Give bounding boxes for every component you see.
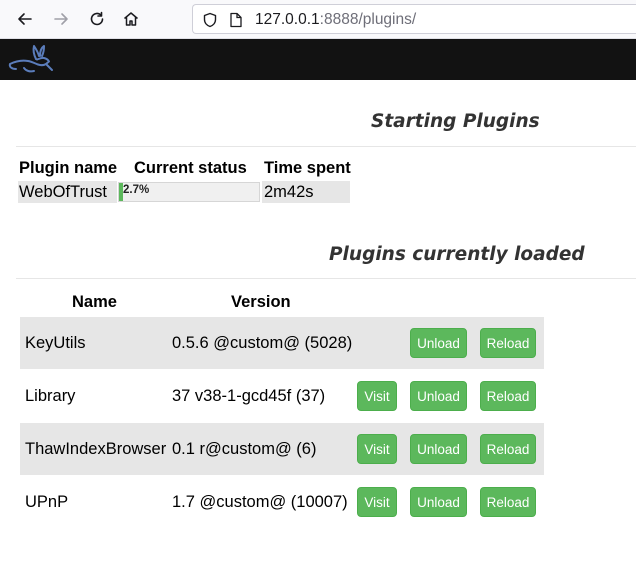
unload-button[interactable]: Unload: [410, 487, 467, 517]
plugin-version: 1.7 @custom@ (10007): [172, 493, 348, 511]
plugin-row-keyutils: KeyUtils 0.5.6 @custom@ (5028) Unload Re…: [20, 317, 544, 369]
reload-button[interactable]: Reload: [480, 487, 536, 517]
visit-button[interactable]: Visit: [357, 487, 397, 517]
col-name: Name: [72, 293, 117, 311]
url-bar[interactable]: 127.0.0.1:8888/plugins/: [192, 4, 636, 34]
starting-time-spent: 2m42s: [262, 181, 350, 203]
visit-button[interactable]: Visit: [357, 381, 397, 411]
col-plugin-name: Plugin name: [19, 159, 118, 177]
rabbit-logo-icon[interactable]: [6, 42, 56, 83]
divider: [16, 146, 636, 147]
divider: [16, 278, 636, 279]
unload-button[interactable]: Unload: [410, 381, 467, 411]
loaded-plugins-title: Plugins currently loaded: [329, 244, 585, 265]
reload-button[interactable]: Reload: [480, 328, 536, 358]
reload-button[interactable]: Reload: [480, 434, 536, 464]
back-icon[interactable]: [12, 6, 38, 32]
plugin-version: 0.1 r@custom@ (6): [172, 440, 317, 458]
url-text[interactable]: 127.0.0.1:8888/plugins/: [255, 11, 416, 29]
unload-button[interactable]: Unload: [410, 328, 467, 358]
plugin-name: ThawIndexBrowser: [25, 440, 167, 458]
reload-button[interactable]: Reload: [480, 381, 536, 411]
url-path: :8888/plugins/: [319, 11, 417, 28]
page-icon[interactable]: [227, 11, 245, 29]
plugin-version: 0.5.6 @custom@ (5028): [172, 334, 353, 352]
site-header: [0, 39, 636, 80]
plugin-row-thawindexbrowser: ThawIndexBrowser 0.1 r@custom@ (6) Visit…: [20, 423, 544, 475]
browser-toolbar: 127.0.0.1:8888/plugins/: [0, 0, 636, 39]
col-version: Version: [231, 293, 291, 311]
plugin-name: KeyUtils: [25, 334, 86, 352]
forward-icon[interactable]: [48, 6, 74, 32]
shield-icon[interactable]: [201, 11, 219, 29]
reload-icon[interactable]: [84, 6, 110, 32]
unload-button[interactable]: Unload: [410, 434, 467, 464]
home-icon[interactable]: [118, 6, 144, 32]
plugin-row-upnp: UPnP 1.7 @custom@ (10007) Visit Unload R…: [20, 476, 544, 528]
col-current-status: Current status: [134, 159, 247, 177]
col-time-spent: Time spent: [264, 159, 351, 177]
plugin-row-library: Library 37 v38-1-gcd45f (37) Visit Unloa…: [20, 370, 544, 422]
starting-plugin-name: WebOfTrust: [18, 181, 117, 203]
plugin-version: 37 v38-1-gcd45f (37): [172, 387, 326, 405]
starting-progress-bar: 2.7%: [118, 182, 260, 202]
plugin-name: UPnP: [25, 493, 69, 511]
progress-label: 2.7%: [123, 184, 150, 196]
url-host: 127.0.0.1: [255, 11, 320, 28]
starting-plugins-title: Starting Plugins: [371, 111, 540, 132]
visit-button[interactable]: Visit: [357, 434, 397, 464]
plugin-name: Library: [25, 387, 76, 405]
